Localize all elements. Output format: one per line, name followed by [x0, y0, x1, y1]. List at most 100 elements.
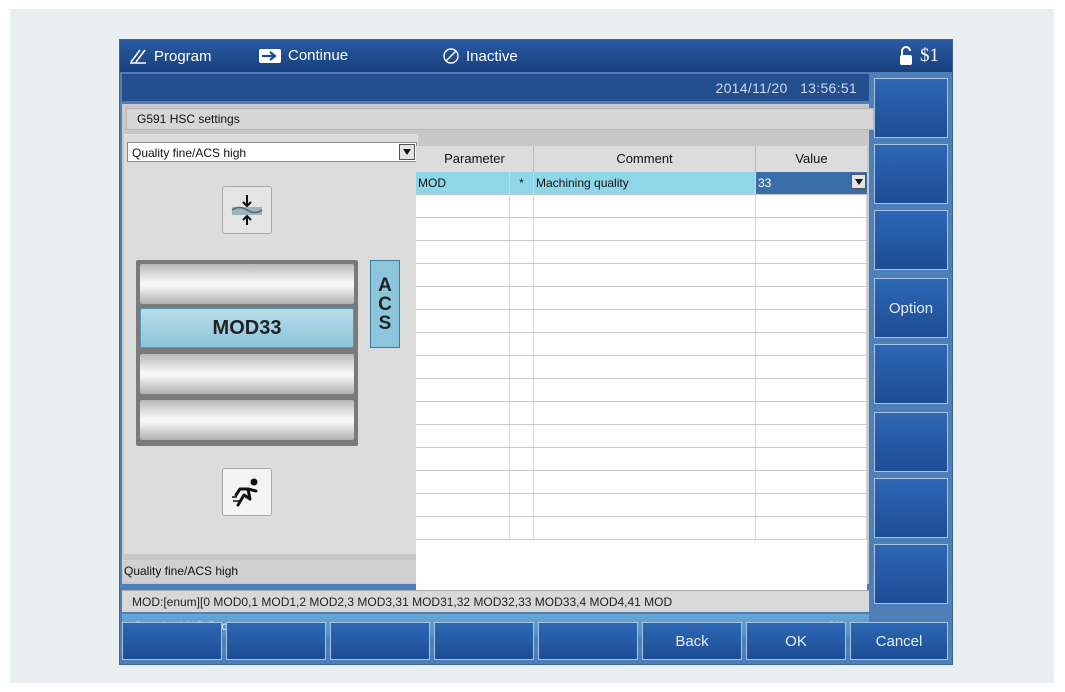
- table-cell-empty: [756, 241, 867, 263]
- mode-select-value: Quality fine/ACS high: [132, 146, 247, 160]
- table-row-empty[interactable]: [416, 310, 867, 333]
- table-cell-empty: [534, 287, 756, 309]
- horizontal-softkey-4[interactable]: [434, 622, 534, 660]
- table-cell-empty: [510, 310, 534, 332]
- parameter-table: Parameter Comment Value MOD * Machining …: [416, 146, 867, 612]
- vertical-softkey-5[interactable]: [874, 344, 948, 404]
- table-cell-empty: [510, 471, 534, 493]
- quality-layer[interactable]: [140, 400, 354, 440]
- channel-indicator: $1: [898, 45, 939, 67]
- quality-layer[interactable]: [140, 264, 354, 304]
- table-row-empty[interactable]: [416, 264, 867, 287]
- arrow-right-icon: [259, 48, 281, 63]
- mode-indicator: Program: [128, 47, 212, 65]
- table-row-empty[interactable]: [416, 287, 867, 310]
- acs-letter: C: [378, 293, 392, 315]
- cell-marker: *: [510, 172, 534, 194]
- table-cell-empty: [756, 195, 867, 217]
- table-cell-empty: [416, 333, 510, 355]
- parameter-hint: MOD:[enum][0 MOD0,1 MOD1,2 MOD2,3 MOD3,3…: [122, 590, 869, 612]
- table-cell-empty: [510, 379, 534, 401]
- table-row-empty[interactable]: [416, 333, 867, 356]
- chevron-down-icon[interactable]: [851, 174, 866, 189]
- title-bar: Program Continue Inactive $1: [120, 40, 952, 72]
- hmi-window: Program Continue Inactive $1 2014/11/20: [120, 40, 952, 664]
- option-softkey[interactable]: Option: [874, 278, 948, 338]
- runner-speed-button[interactable]: [222, 468, 272, 516]
- table-row-empty[interactable]: [416, 494, 867, 517]
- quality-layer[interactable]: [140, 354, 354, 394]
- column-header-parameter: Parameter: [416, 146, 534, 172]
- table-cell-empty: [510, 448, 534, 470]
- table-cell-empty: [416, 402, 510, 424]
- table-cell-empty: [416, 448, 510, 470]
- active-layer-label: MOD33: [212, 316, 282, 339]
- table-cell-empty: [510, 494, 534, 516]
- table-cell-empty: [756, 448, 867, 470]
- table-row-empty[interactable]: [416, 356, 867, 379]
- channel-label: $1: [920, 45, 939, 66]
- horizontal-softkey-5[interactable]: [538, 622, 638, 660]
- runner-icon: [232, 478, 258, 507]
- table-row-empty[interactable]: [416, 517, 867, 540]
- table-cell-empty: [756, 517, 867, 539]
- table-row-empty[interactable]: [416, 425, 867, 448]
- table-cell-empty: [756, 310, 867, 332]
- table-cell-empty: [756, 356, 867, 378]
- acs-indicator: A C S: [370, 260, 400, 348]
- horizontal-softkey-2[interactable]: [226, 622, 326, 660]
- datetime: 2014/11/20 13:56:51: [715, 80, 857, 96]
- table-row-empty[interactable]: [416, 195, 867, 218]
- table-cell-empty: [534, 517, 756, 539]
- cancel-button[interactable]: Cancel: [850, 622, 948, 660]
- continue-indicator: Continue: [258, 47, 348, 64]
- table-cell-empty: [416, 310, 510, 332]
- left-panel: Quality fine/ACS high MOD33 A C S: [124, 134, 418, 554]
- table-cell-empty: [510, 241, 534, 263]
- tolerance-adjust-button[interactable]: [222, 186, 272, 234]
- table-cell-empty: [756, 471, 867, 493]
- mode-select[interactable]: Quality fine/ACS high: [127, 142, 417, 162]
- table-row-empty[interactable]: [416, 448, 867, 471]
- table-cell-empty: [534, 494, 756, 516]
- vertical-softkey-2[interactable]: [874, 144, 948, 204]
- back-button[interactable]: Back: [642, 622, 742, 660]
- vertical-softkey-1[interactable]: [874, 78, 948, 138]
- table-cell-empty: [416, 379, 510, 401]
- table-row-empty[interactable]: [416, 402, 867, 425]
- table-cell-empty: [510, 402, 534, 424]
- table-cell-empty: [534, 333, 756, 355]
- ok-button[interactable]: OK: [746, 622, 846, 660]
- table-cell-empty: [416, 218, 510, 240]
- table-cell-empty: [756, 333, 867, 355]
- column-header-value: Value: [795, 151, 828, 166]
- table-row-empty[interactable]: [416, 379, 867, 402]
- table-row-empty[interactable]: [416, 241, 867, 264]
- table-cell-empty: [416, 287, 510, 309]
- value-select[interactable]: 33: [756, 172, 867, 194]
- table-cell-empty: [510, 356, 534, 378]
- lock-icon: [900, 46, 912, 65]
- table-row-empty[interactable]: [416, 218, 867, 241]
- table-cell-empty: [416, 425, 510, 447]
- program-mode-icon: [130, 49, 146, 64]
- table-cell-empty: [416, 517, 510, 539]
- vertical-softkey-6[interactable]: [874, 412, 948, 472]
- horizontal-softkey-3[interactable]: [330, 622, 430, 660]
- horizontal-softkey-1[interactable]: [122, 622, 222, 660]
- acs-letter: A: [378, 274, 392, 296]
- table-row[interactable]: MOD * Machining quality 33: [416, 172, 867, 195]
- vertical-softkey-7[interactable]: [874, 478, 948, 538]
- table-cell-empty: [534, 195, 756, 217]
- inactive-icon: [443, 48, 459, 64]
- table-row-empty[interactable]: [416, 471, 867, 494]
- vertical-softkey-8[interactable]: [874, 544, 948, 604]
- table-cell-empty: [510, 287, 534, 309]
- table-cell-empty: [534, 425, 756, 447]
- table-cell-empty: [510, 425, 534, 447]
- vertical-softkey-3[interactable]: [874, 210, 948, 270]
- table-cell-empty: [756, 379, 867, 401]
- status-label: Inactive: [466, 47, 518, 65]
- chevron-down-icon[interactable]: [399, 144, 415, 160]
- quality-layer-active[interactable]: MOD33: [140, 308, 354, 348]
